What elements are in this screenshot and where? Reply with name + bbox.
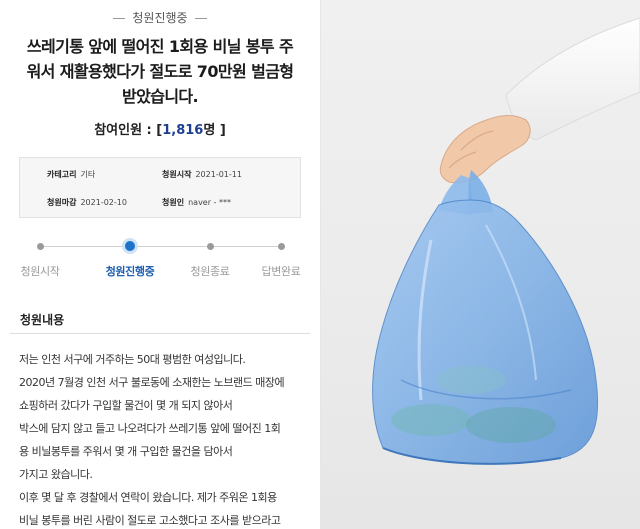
body-line: 용 비닐봉투를 주워서 몇 개 구입한 물건을 담아서 (19, 445, 233, 458)
dash-right (194, 18, 207, 19)
body-line: 쇼핑하러 갔다가 구입할 물건이 몇 개 되지 않아서 (19, 399, 233, 412)
info-start: 청원시작 2021-01-11 (162, 169, 242, 180)
info-author: 청원인 naver - *** (162, 197, 231, 208)
content-section-title: 청원내용 (20, 313, 65, 327)
step-label: 청원시작 (20, 265, 60, 278)
category-label: 카테고리 (47, 170, 77, 179)
step-label: 답변완료 (261, 265, 301, 278)
bottle-shape (466, 407, 556, 443)
bottle-shape (436, 366, 506, 394)
author-label: 청원인 (162, 198, 185, 207)
step-dot (206, 243, 214, 250)
step-dot-active (125, 241, 135, 251)
info-category: 카테고리 기타 (47, 169, 95, 180)
plastic-bag-photo (321, 0, 640, 529)
petition-body: 저는 인천 서구에 거주하는 50대 평범한 여성입니다. 2020년 7월경 … (19, 348, 315, 529)
body-line: 이후 몇 달 후 경찰에서 연락이 왔습니다. 제가 주워온 1회용 (19, 491, 277, 504)
petition-info-box: 카테고리 기타 청원시작 2021-01-11 청원마감 2021-02-10 청원인… (19, 157, 301, 218)
body-line: 가지고 왔습니다. (19, 468, 93, 481)
bottle-shape (391, 404, 471, 436)
participants-number: 1,816 (162, 123, 204, 138)
step-dot (277, 243, 285, 250)
start-label: 청원시작 (162, 170, 192, 179)
participants-label: 참여인원 : [ (94, 123, 163, 138)
participants-unit: 명 ] (203, 123, 226, 138)
body-line: 박스에 담지 않고 들고 나오려다가 쓰레기통 앞에 떨어진 1회 (19, 422, 281, 435)
status-header: 청원진행중 (0, 9, 320, 26)
category-value: 기타 (80, 170, 96, 179)
step-closed: 청원종료 (170, 237, 250, 279)
info-end: 청원마감 2021-02-10 (47, 197, 127, 208)
participant-count: 참여인원 : [1,816명 ] (0, 119, 320, 138)
step-answered: 답변완료 (241, 237, 320, 279)
step-dot (36, 243, 44, 250)
hand-holding-bag-illustration (372, 17, 640, 465)
status-top-label: 청원진행중 (132, 11, 188, 25)
petition-title: 쓰레기통 앞에 떨어진 1회용 비닐 봉투 주워서 재활용했다가 절도로 70만… (26, 37, 294, 106)
author-value: naver - *** (188, 198, 231, 207)
end-label: 청원마감 (47, 198, 77, 207)
dash-left (113, 18, 126, 19)
progress-steps: 청원시작 청원진행중 청원종료 답변완료 (0, 237, 320, 281)
step-in-progress: 청원진행중 (90, 237, 170, 279)
hand-icon (439, 115, 531, 184)
start-value: 2021-01-11 (195, 170, 242, 179)
petition-panel: 청원진행중 쓰레기통 앞에 떨어진 1회용 비닐 봉투 주워서 재활용했다가 절… (0, 0, 320, 529)
step-label: 청원진행중 (105, 265, 155, 278)
step-start: 청원시작 (0, 237, 80, 279)
body-line: 저는 인천 서구에 거주하는 50대 평범한 여성입니다. (19, 353, 246, 366)
step-label: 청원종료 (190, 265, 230, 278)
end-value: 2021-02-10 (80, 198, 127, 207)
body-line: 2020년 7월경 인천 서구 불로동에 소재한는 노브랜드 매장에 (19, 376, 285, 389)
body-line: 비닐 봉투를 버린 사람이 절도로 고소했다고 조사를 받으라고 (19, 514, 281, 527)
section-divider (10, 333, 310, 334)
